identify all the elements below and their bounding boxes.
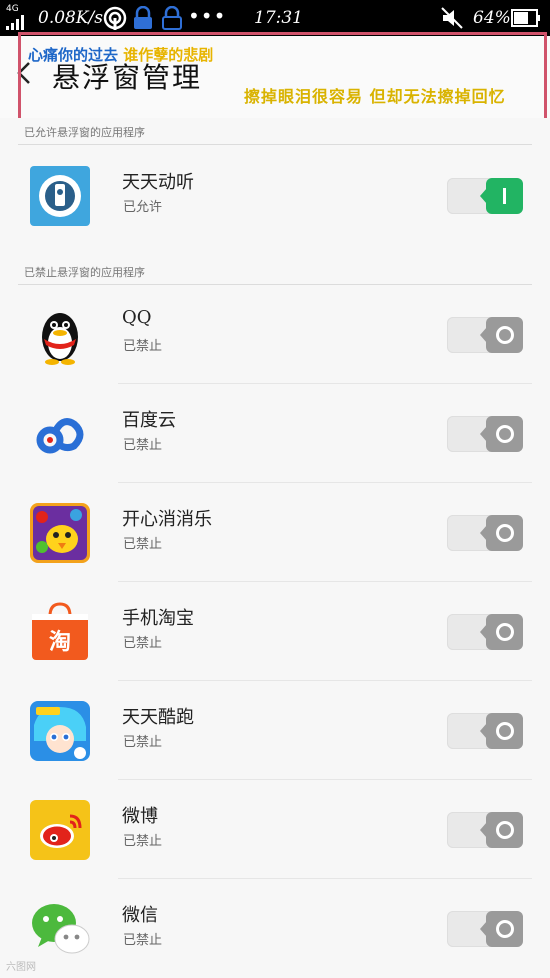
app-name: QQ — [122, 307, 152, 328]
app-name: 开心消消乐 — [122, 509, 212, 530]
svg-text:淘: 淘 — [49, 629, 71, 655]
app-name: 天天酷跑 — [122, 707, 194, 728]
list-item[interactable]: 淘 手机淘宝 已禁止 — [0, 582, 550, 681]
network-type: 4G — [6, 4, 19, 14]
lock-icon — [134, 6, 152, 29]
wechat-icon — [32, 904, 90, 954]
list-item[interactable]: 天天酷跑 已禁止 — [0, 681, 550, 780]
annotation-caption-top-b: 谁作孽的悲剧 — [123, 46, 214, 64]
watermark: 六图网 — [6, 962, 36, 973]
annotation-caption-top-a: 心痛你的过去 — [28, 46, 119, 64]
weibo-icon — [30, 800, 90, 860]
qq-penguin-icon — [42, 313, 78, 365]
everyday-parkour-icon — [30, 701, 90, 761]
clock: 17:31 — [254, 8, 303, 28]
more-notifications-icon: ••• — [188, 4, 227, 28]
hotspot-icon — [103, 6, 127, 30]
happy-elimination-icon — [30, 503, 90, 563]
floating-window-toggle[interactable] — [447, 812, 523, 848]
section-divider — [18, 144, 532, 145]
battery-icon — [511, 9, 540, 27]
app-status: 已禁止 — [123, 636, 163, 651]
annotation-caption-bottom: 擦掉眼泪很容易 但却无法擦掉回忆 — [244, 87, 506, 106]
app-name: 手机淘宝 — [122, 608, 194, 629]
floating-window-toggle[interactable] — [447, 614, 523, 650]
floating-window-toggle[interactable] — [447, 178, 523, 214]
floating-window-toggle[interactable] — [447, 911, 523, 947]
app-name: 百度云 — [122, 410, 176, 431]
app-status: 已禁止 — [123, 339, 163, 354]
section-header-blocked: 已禁止悬浮窗的应用程序 — [24, 266, 145, 279]
app-status: 已禁止 — [123, 537, 163, 552]
app-status: 已禁止 — [123, 438, 163, 453]
annotation-caption-top: 心痛你的过去 谁作孽的悲剧 — [28, 44, 213, 65]
app-status: 已禁止 — [123, 735, 163, 750]
user-lock-icon — [162, 6, 182, 30]
list-item[interactable]: 开心消消乐 已禁止 — [0, 483, 550, 582]
app-name: 微信 — [122, 905, 158, 926]
baidu-cloud-icon — [36, 418, 84, 454]
battery-percent: 64% — [473, 8, 511, 28]
list-item[interactable]: 天天动听 已允许 — [0, 146, 550, 245]
status-bar: 4G 0.08K/s ••• 17:31 64% — [0, 0, 550, 36]
mute-icon — [441, 7, 463, 29]
list-item[interactable]: QQ 已禁止 — [0, 285, 550, 384]
app-list: 已允许悬浮窗的应用程序 天天动听 已允许 已禁止悬浮窗的应用程序 QQ 已禁止 — [0, 118, 550, 978]
app-status: 已禁止 — [123, 933, 163, 948]
app-name: 微博 — [122, 806, 158, 827]
signal-icon — [6, 15, 24, 30]
taobao-bag-icon: 淘 — [32, 602, 88, 660]
floating-window-toggle[interactable] — [447, 713, 523, 749]
ttpod-app-icon — [30, 166, 90, 226]
app-status: 已禁止 — [123, 834, 163, 849]
list-item[interactable]: 微博 已禁止 — [0, 780, 550, 879]
section-header-allowed: 已允许悬浮窗的应用程序 — [24, 126, 145, 139]
floating-window-toggle[interactable] — [447, 317, 523, 353]
list-item[interactable]: 百度云 已禁止 — [0, 384, 550, 483]
floating-window-toggle[interactable] — [447, 515, 523, 551]
app-status: 已允许 — [123, 200, 163, 215]
app-name: 天天动听 — [122, 172, 194, 193]
list-item[interactable]: 微信 已禁止 — [0, 879, 550, 978]
network-speed: 0.08K/s — [38, 8, 104, 28]
floating-window-toggle[interactable] — [447, 416, 523, 452]
